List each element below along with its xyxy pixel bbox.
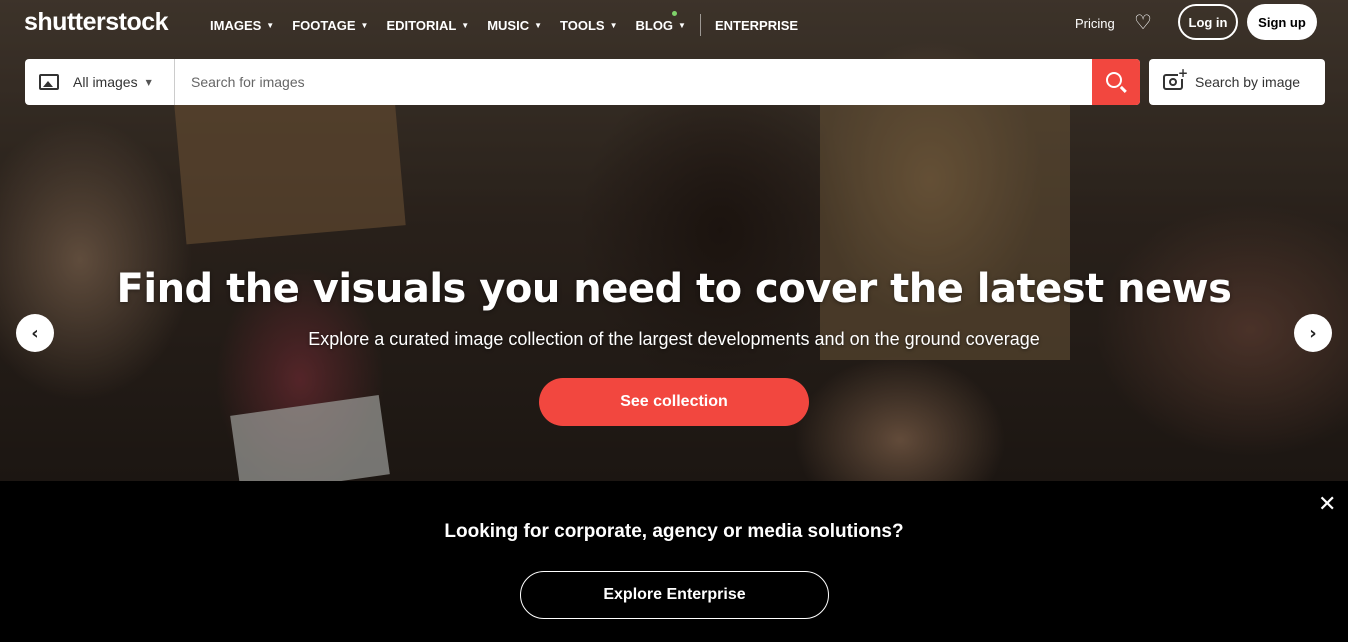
search-input[interactable] <box>175 59 1092 105</box>
search-button[interactable] <box>1092 59 1140 105</box>
media-type-select[interactable]: All images ▼ <box>25 59 175 105</box>
explore-enterprise-button[interactable]: Explore Enterprise <box>520 571 829 619</box>
nav-divider <box>699 14 701 36</box>
top-navigation: shutterstock IMAGES ▼ FOOTAGE ▼ EDITORIAL ▼… <box>0 0 1348 46</box>
nav-footage[interactable]: FOOTAGE ▼ <box>292 18 368 33</box>
enterprise-banner: Looking for corporate, agency or media s… <box>0 481 1348 642</box>
chevron-right-icon[interactable]: › <box>1294 314 1332 352</box>
nav-label: FOOTAGE <box>292 17 356 33</box>
search-by-image-button[interactable]: Search by image <box>1149 59 1325 105</box>
image-icon <box>39 74 59 90</box>
nav-editorial[interactable]: EDITORIAL ▼ <box>386 18 469 33</box>
chevron-down-icon: ▼ <box>360 20 369 30</box>
nav-images[interactable]: IMAGES ▼ <box>210 18 274 33</box>
search-bar: All images ▼ <box>25 59 1140 105</box>
nav-label: BLOG <box>635 17 674 33</box>
main-nav: IMAGES ▼ FOOTAGE ▼ EDITORIAL ▼ MUSIC ▼ TOOLS… <box>210 11 816 36</box>
banner-title: Looking for corporate, agency or media s… <box>444 521 904 542</box>
see-collection-button[interactable]: See collection <box>539 378 809 426</box>
heart-icon[interactable]: ♡ <box>1134 10 1152 34</box>
search-icon <box>1106 72 1122 88</box>
hero-subline: Explore a curated image collection of th… <box>308 329 1040 349</box>
nav-blog[interactable]: BLOG ▼ <box>635 18 685 33</box>
nav-music[interactable]: MUSIC ▼ <box>487 18 542 33</box>
new-indicator-dot <box>672 11 677 16</box>
media-type-label: All images <box>73 74 138 90</box>
pricing-link[interactable]: Pricing <box>1075 16 1115 31</box>
hero-headline: Find the visuals you need to cover the l… <box>116 266 1232 312</box>
signup-button[interactable]: Sign up <box>1247 4 1317 40</box>
search-by-image-label: Search by image <box>1195 74 1301 90</box>
nav-label: TOOLS <box>560 17 605 33</box>
nav-tools[interactable]: TOOLS ▼ <box>560 18 617 33</box>
chevron-down-icon: ▼ <box>609 20 618 30</box>
nav-label: EDITORIAL <box>386 17 457 33</box>
chevron-down-icon: ▼ <box>534 20 543 30</box>
chevron-left-icon[interactable]: ‹ <box>16 314 54 352</box>
nav-label: IMAGES <box>210 17 262 33</box>
nav-enterprise[interactable]: ENTERPRISE <box>715 18 798 33</box>
nav-label: MUSIC <box>487 17 530 33</box>
chevron-down-icon: ▼ <box>678 20 686 30</box>
chevron-down-icon: ▼ <box>266 20 275 30</box>
close-icon[interactable]: ✕ <box>1318 494 1336 516</box>
chevron-down-icon: ▼ <box>461 20 470 30</box>
login-button[interactable]: Log in <box>1178 4 1238 40</box>
caret-down-icon: ▼ <box>145 77 152 87</box>
shutterstock-logo[interactable]: shutterstock <box>24 8 169 37</box>
camera-search-icon <box>1163 67 1188 90</box>
